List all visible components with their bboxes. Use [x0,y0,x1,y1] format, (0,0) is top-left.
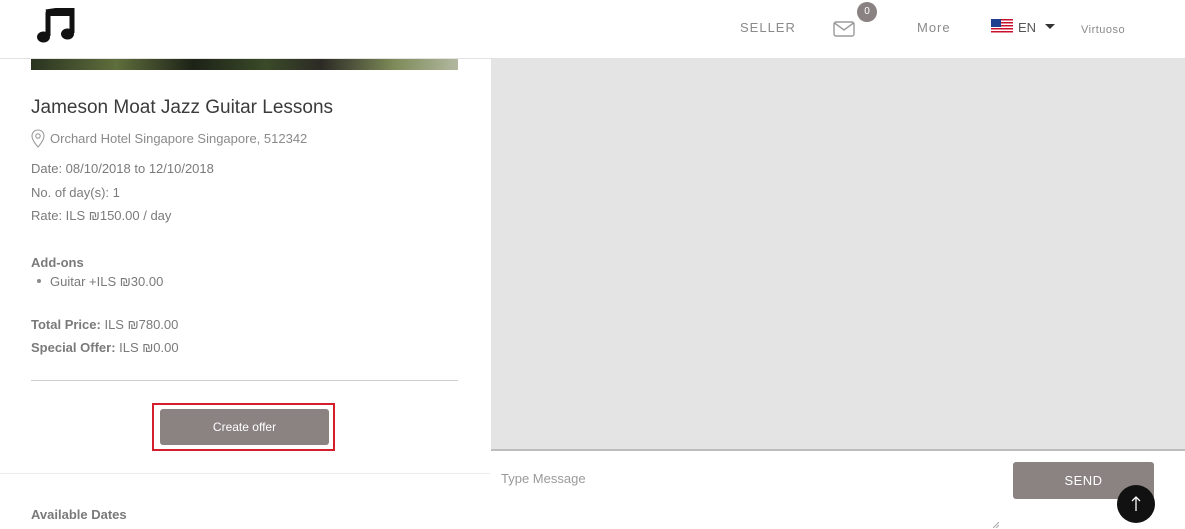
total-price: Total Price: ILS ₪780.00 [31,317,178,332]
gig-cover-image [31,59,458,70]
gig-rate: Rate: ILS ₪150.00 / day [31,208,172,223]
create-offer-button[interactable]: Create offer [160,409,329,445]
nav-more-menu[interactable]: More [917,20,951,35]
user-menu[interactable]: Virtuoso [1081,24,1125,36]
special-offer-value: ILS ₪0.00 [115,340,179,355]
language-selector[interactable]: EN [1018,20,1036,35]
gig-days: No. of day(s): 1 [31,185,120,200]
chevron-down-icon[interactable] [1045,24,1055,29]
mail-icon[interactable] [833,20,855,38]
bullet-icon [37,279,41,283]
special-offer: Special Offer: ILS ₪0.00 [31,340,179,355]
message-input[interactable] [491,451,1001,529]
nav-seller-link[interactable]: SELLER [740,20,796,35]
top-header: SELLER 0 More EN Virtuoso [0,0,1185,59]
special-offer-label: Special Offer: [31,340,116,355]
gig-title: Jameson Moat Jazz Guitar Lessons [31,97,334,118]
resize-handle-icon[interactable] [993,522,999,528]
gig-date: Date: 08/10/2018 to 12/10/2018 [31,161,214,176]
total-price-label: Total Price: [31,317,101,332]
available-dates-heading: Available Dates [31,507,127,522]
arrow-up-icon [1131,496,1141,511]
addon-item: Guitar +ILS ₪30.00 [50,274,164,289]
gig-details-panel: Jameson Moat Jazz Guitar Lessons Orchard… [0,59,490,529]
divider [31,380,458,381]
addons-heading: Add-ons [31,255,84,270]
us-flag-icon[interactable] [991,19,1013,34]
section-divider [0,473,490,474]
map-pin-icon [31,129,45,148]
scroll-to-top-button[interactable] [1117,485,1155,523]
mail-count-badge: 0 [857,2,877,22]
music-note-icon[interactable] [36,8,78,44]
total-price-value: ILS ₪780.00 [100,317,179,332]
gig-location: Orchard Hotel Singapore Singapore, 51234… [50,131,308,146]
chat-messages-area [491,59,1185,449]
